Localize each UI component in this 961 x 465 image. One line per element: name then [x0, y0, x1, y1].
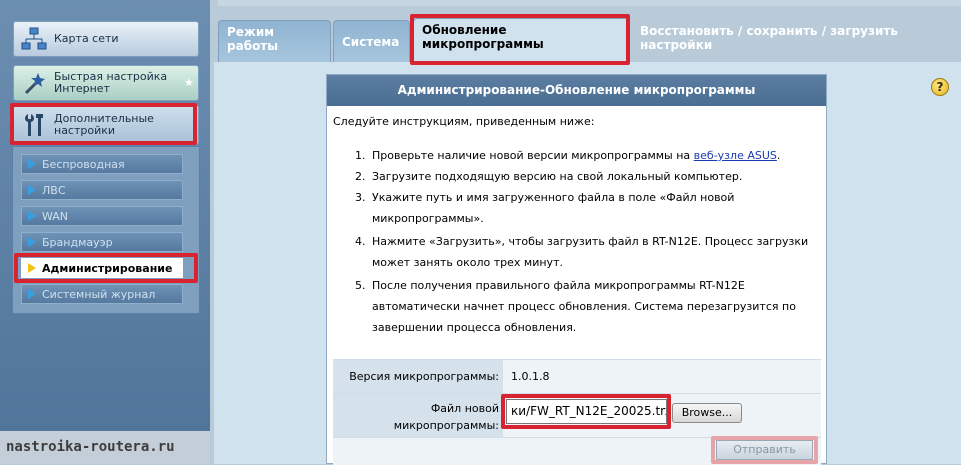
- network-map-icon: [14, 21, 54, 57]
- sidebar-item-label: Беспроводная: [42, 157, 125, 171]
- tab-label: Обновление микропрограммы: [422, 23, 544, 51]
- sidebar-item-firewall[interactable]: Брандмауэр: [21, 232, 183, 252]
- file-label-text: Файл новой микропрограммы:: [393, 402, 499, 432]
- step-number: 4.: [355, 235, 366, 248]
- sidebar-item-label: Системный журнал: [42, 287, 156, 301]
- step-text: Проверьте наличие новой версии микропрог…: [372, 145, 802, 166]
- tab-label: Система: [342, 35, 400, 49]
- triangle-right-icon: [28, 289, 36, 299]
- triangle-right-icon: [28, 237, 36, 247]
- step-number: 2.: [355, 170, 366, 183]
- step-number: 3.: [355, 191, 366, 204]
- sidebar-item-label: WAN: [42, 209, 69, 223]
- triangle-right-icon: [28, 211, 36, 221]
- triangle-right-icon: [28, 263, 36, 273]
- firmware-file-input[interactable]: ки/FW_RT_N12E_20025.trx: [506, 399, 667, 424]
- sidebar-item-system-log[interactable]: Системный журнал: [21, 284, 183, 304]
- browse-button[interactable]: Browse...: [672, 403, 742, 423]
- sidebar-item-wireless[interactable]: Беспроводная: [21, 154, 183, 174]
- network-map-button[interactable]: Карта сети: [13, 21, 199, 57]
- help-icon[interactable]: ?: [931, 78, 949, 96]
- sidebar: Карта сети Быстрая настройка Интернет ★ …: [0, 0, 210, 464]
- asus-website-link[interactable]: веб-узле ASUS: [694, 149, 777, 162]
- sidebar-item-administration[interactable]: Администрирование: [21, 258, 183, 278]
- watermark: nastroika-routera.ru: [0, 431, 210, 464]
- instructions-intro: Следуйте инструкциям, приведенным ниже:: [333, 115, 595, 128]
- tab-firmware-upgrade[interactable]: Обновление микропрограммы: [413, 18, 630, 62]
- step-number: 5.: [355, 279, 366, 292]
- quick-setup-label: Быстрая настройка Интернет: [54, 70, 168, 95]
- tools-icon: [14, 107, 54, 143]
- sidebar-item-lan[interactable]: ЛВС: [21, 180, 183, 200]
- magic-wand-icon: [14, 65, 54, 101]
- version-value: 1.0.1.8: [511, 370, 550, 383]
- advanced-submenu: Беспроводная ЛВС WAN Брандмауэр Админист…: [12, 146, 200, 314]
- step-text-main: Проверьте наличие новой версии микропрог…: [372, 149, 694, 162]
- version-label: Версия микропрограммы:: [333, 360, 503, 393]
- advanced-settings-button[interactable]: Дополнительные настройки: [13, 105, 199, 145]
- tab-label: Восстановить / сохранить / загрузить нас…: [640, 24, 898, 52]
- tab-restore-save-upload[interactable]: Восстановить / сохранить / загрузить нас…: [632, 20, 957, 62]
- step-text: Загрузите подходящую версию на свой лока…: [372, 170, 743, 183]
- tab-operation-mode[interactable]: Режим работы: [218, 20, 331, 62]
- step-text: Укажите путь и имя загруженного файла в …: [372, 191, 735, 225]
- step-number: 1.: [355, 149, 366, 162]
- triangle-right-icon: [28, 185, 36, 195]
- tab-system[interactable]: Система: [333, 20, 410, 62]
- sidebar-item-label: Брандмауэр: [42, 235, 113, 249]
- version-row: Версия микропрограммы: 1.0.1.8: [333, 359, 821, 393]
- network-map-label: Карта сети: [54, 32, 119, 45]
- step-text: Нажмите «Загрузить», чтобы загрузить фай…: [372, 235, 809, 269]
- card-title: Администрирование-Обновление микропрогра…: [327, 75, 826, 106]
- tab-label: Режим работы: [227, 25, 279, 53]
- step-text-tail: .: [776, 149, 781, 162]
- top-strip: [218, 0, 961, 6]
- sidebar-item-label: ЛВС: [42, 183, 66, 197]
- triangle-right-icon: [28, 159, 36, 169]
- submit-button[interactable]: Отправить: [716, 440, 813, 460]
- advanced-settings-label: Дополнительные настройки: [54, 112, 154, 137]
- step-text: После получения правильного файла микроп…: [372, 279, 796, 334]
- sidebar-item-label: Администрирование: [42, 261, 173, 275]
- sidebar-item-wan[interactable]: WAN: [21, 206, 183, 226]
- star-icon: ★: [184, 76, 194, 89]
- quick-setup-button[interactable]: Быстрая настройка Интернет ★: [13, 65, 199, 101]
- file-label: Файл новой микропрограммы:: [333, 394, 503, 437]
